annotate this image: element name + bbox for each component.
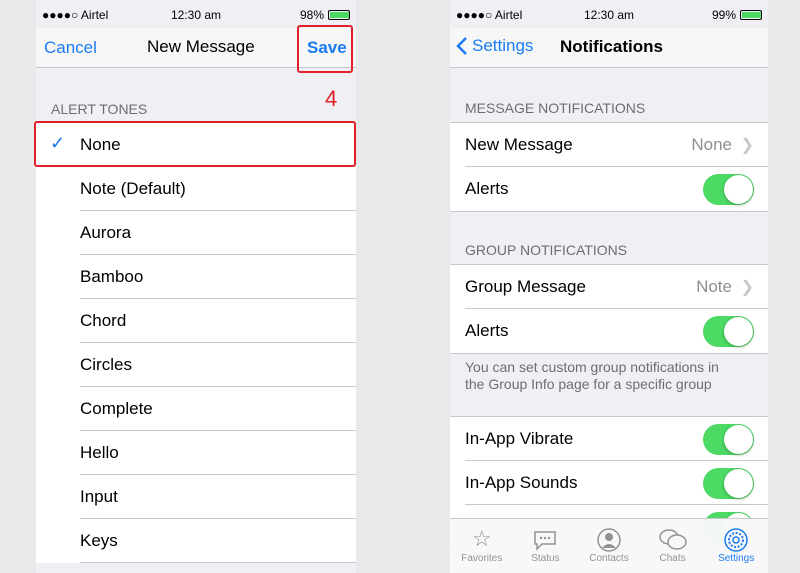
tone-row[interactable]: Hello [36,431,356,475]
group-alerts-row: Alerts [450,309,768,353]
group-notifications-footnote: You can set custom group notifications i… [465,359,719,392]
selected-tone-highlight-box [34,121,356,167]
in-app-vibrate-label: In-App Vibrate [465,429,574,448]
page-title: Notifications [560,37,663,56]
tab-label: Status [531,553,560,564]
tone-row[interactable]: Circles [36,343,356,387]
tone-label: Complete [80,399,153,418]
tab-label: Favorites [461,553,503,564]
tab-contacts[interactable]: Contacts [577,519,641,573]
tone-row[interactable]: Complete [36,387,356,431]
chevron-right-icon: ❯ [740,279,754,296]
tone-row[interactable]: Aurora [36,211,356,255]
tone-row[interactable]: Chord [36,299,356,343]
tone-label: Circles [80,355,132,374]
back-button[interactable]: Settings [456,36,533,56]
alerts-row: Alerts [450,167,768,211]
section-header-message: MESSAGE NOTIFICATIONS [465,100,646,116]
star-icon: ☆ [471,526,492,551]
watermark-strip [356,0,450,573]
tone-label: Keys [80,531,118,550]
step-number: 4 [325,86,338,111]
group-alerts-toggle[interactable] [703,316,754,347]
alerts-label: Alerts [465,321,509,340]
status-bar: ●●●●○ Airtel 12:30 am 99% [450,0,768,28]
battery-indicator: 99% [712,8,762,22]
in-app-sounds-label: In-App Sounds [465,473,578,492]
gear-icon [704,525,768,553]
tone-label: Chord [80,311,127,330]
speech-bubble-icon [514,525,578,553]
tone-row[interactable]: Bamboo [36,255,356,299]
battery-icon [328,10,350,20]
tone-label: Note (Default) [80,179,186,198]
section-header-group: GROUP NOTIFICATIONS [465,242,628,258]
group-message-label: Group Message [465,277,586,296]
new-message-row[interactable]: New Message None ❯ [450,123,768,167]
tone-label: Input [80,487,118,506]
battery-indicator: 98% [300,8,350,22]
in-app-sounds-toggle[interactable] [703,468,754,499]
page-title: New Message [147,37,255,56]
tab-label: Contacts [589,553,629,564]
tone-label: Aurora [80,223,132,242]
battery-percent: 99% [711,8,736,22]
tab-label: Settings [718,553,755,564]
tab-label: Chats [659,553,686,564]
back-button-label: Settings [472,36,534,55]
save-highlight-box [297,25,353,73]
tab-chats[interactable]: Chats [641,519,705,573]
in-app-vibrate-toggle[interactable] [703,424,754,455]
tone-label: Hello [80,443,119,462]
chevron-right-icon: ❯ [740,137,754,154]
alerts-label: Alerts [465,179,509,198]
battery-percent: 98% [299,8,324,22]
cancel-button[interactable]: Cancel [44,38,97,58]
group-notifications-group: Group Message Note ❯ Alerts [450,264,768,354]
in-app-vibrate-row: In-App Vibrate [450,417,768,461]
nav-bar: Settings Notifications [450,28,768,68]
watermark-strip [0,0,36,573]
contact-icon [577,525,641,553]
new-message-value: None [691,135,732,154]
in-app-sounds-row: In-App Sounds [450,461,768,505]
tab-status[interactable]: Status [514,519,578,573]
status-bar: ●●●●○ Airtel 12:30 am 98% [36,0,356,28]
notifications-screen: ●●●●○ Airtel 12:30 am 99% Settings Notif… [450,0,768,573]
group-message-row[interactable]: Group Message Note ❯ [450,265,768,309]
group-message-value: Note [696,277,732,296]
tab-bar: ☆ Favorites Status Contacts Chats Settin… [450,518,768,573]
tone-row[interactable]: Input [36,475,356,519]
watermark-strip [768,0,800,573]
new-message-label: New Message [465,135,573,154]
tone-row[interactable]: Keys [36,519,356,563]
alert-tones-screen: ●●●●○ Airtel 12:30 am 98% Cancel New Mes… [36,0,356,573]
alert-tones-list: ✓ None Note (Default) Aurora Bamboo Chord Circ… [36,122,356,563]
tab-settings[interactable]: Settings [704,519,768,573]
tab-favorites[interactable]: ☆ Favorites [450,519,514,573]
message-notifications-group: New Message None ❯ Alerts [450,122,768,212]
tone-row[interactable]: Note (Default) [36,167,356,211]
tone-label: Bamboo [80,267,144,286]
chevron-left-icon [456,37,467,55]
chats-icon [641,525,705,553]
section-header-alert-tones: ALERT TONES [51,101,148,117]
alerts-toggle[interactable] [703,174,754,205]
battery-icon [740,10,762,20]
